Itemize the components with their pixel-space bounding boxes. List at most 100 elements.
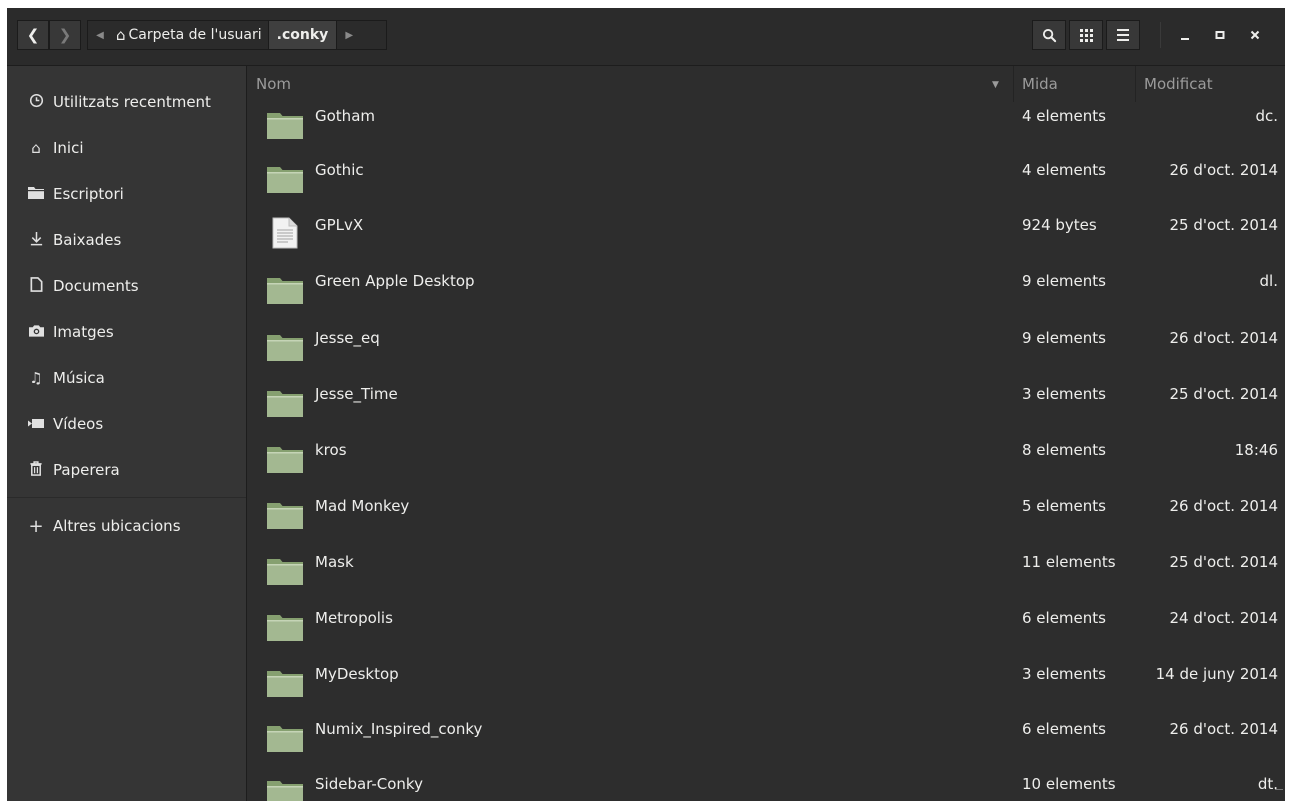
file-modified: 26 d'oct. 2014	[1169, 497, 1278, 515]
back-button[interactable]: ❮	[17, 20, 49, 50]
close-button[interactable]	[1240, 20, 1270, 50]
file-row[interactable]: Gothic 4 elements 26 d'oct. 2014	[247, 154, 1285, 208]
file-modified: dt.	[1257, 775, 1278, 793]
folder-icon	[267, 781, 303, 801]
folder-icon	[267, 335, 303, 361]
forward-button[interactable]: ❯	[49, 20, 81, 50]
file-row[interactable]: Mad Monkey 5 elements 26 d'oct. 2014	[247, 490, 1285, 544]
file-row[interactable]: Jesse_eq 9 elements 26 d'oct. 2014	[247, 322, 1285, 376]
file-row[interactable]: Numix_Inspired_conky 6 elements 26 d'oct…	[247, 713, 1285, 767]
video-icon	[25, 415, 47, 433]
file-row[interactable]: Green Apple Desktop 9 elements dl.	[247, 265, 1285, 319]
file-modified: 25 d'oct. 2014	[1169, 385, 1278, 403]
file-size: 3 elements	[1022, 665, 1106, 683]
sidebar-item-label: Paperera	[53, 461, 120, 479]
sidebar-item-pictures[interactable]: Imatges	[7, 312, 246, 352]
sidebar-item-trash[interactable]: Paperera	[7, 450, 246, 490]
folder-icon	[267, 671, 303, 697]
folder-icon	[267, 113, 303, 139]
plus-icon: +	[28, 515, 44, 537]
column-divider[interactable]	[1135, 66, 1136, 102]
file-modified: 18:46	[1234, 441, 1278, 459]
folder-icon	[267, 278, 303, 304]
sidebar-item-music[interactable]: ♫ Música	[7, 358, 246, 398]
file-size: 5 elements	[1022, 497, 1106, 515]
sidebar-item-downloads[interactable]: Baixades	[7, 220, 246, 260]
maximize-button[interactable]	[1205, 20, 1235, 50]
sidebar-item-videos[interactable]: Vídeos	[7, 404, 246, 444]
path-scroll-right-button[interactable]: ▶	[337, 21, 361, 49]
file-name: Numix_Inspired_conky	[315, 720, 483, 738]
file-row[interactable]: Jesse_Time 3 elements 25 d'oct. 2014	[247, 378, 1285, 432]
folder-icon	[267, 559, 303, 585]
triangle-right-icon: ▶	[345, 29, 354, 41]
sort-descending-icon: ▼	[992, 80, 999, 90]
search-button[interactable]	[1032, 20, 1066, 50]
folder-icon	[267, 167, 303, 193]
camera-icon	[25, 323, 47, 341]
file-size: 4 elements	[1022, 161, 1106, 179]
sidebar-item-label: Altres ubicacions	[53, 517, 181, 535]
file-name: Jesse_eq	[315, 329, 380, 347]
file-name: kros	[315, 441, 347, 459]
triangle-left-icon: ◀	[96, 29, 104, 41]
sidebar-item-label: Imatges	[53, 323, 114, 341]
file-name: Mask	[315, 553, 354, 571]
file-modified: 25 d'oct. 2014	[1169, 216, 1278, 234]
column-header: Nom ▼ Mida Modificat	[247, 66, 1285, 102]
file-row[interactable]: kros 8 elements 18:46	[247, 434, 1285, 488]
sidebar-item-label: Inici	[53, 139, 84, 157]
column-modified-header[interactable]: Modificat	[1144, 75, 1213, 93]
column-size-header[interactable]: Mida	[1022, 75, 1058, 93]
file-name: Mad Monkey	[315, 497, 410, 515]
clock-icon	[25, 93, 47, 112]
sidebar: Utilitzats recentment ⌂ Inici Escriptori…	[7, 66, 247, 801]
sidebar-item-documents[interactable]: Documents	[7, 266, 246, 306]
view-grid-button[interactable]	[1069, 20, 1103, 50]
column-name-header[interactable]: Nom	[256, 75, 291, 93]
sidebar-item-label: Música	[53, 369, 105, 387]
file-modified: 26 d'oct. 2014	[1169, 161, 1278, 179]
file-size: 6 elements	[1022, 720, 1106, 738]
chevron-right-icon: ❯	[58, 26, 72, 44]
file-name: Green Apple Desktop	[315, 272, 475, 290]
close-icon	[1250, 30, 1260, 40]
file-modified: 24 d'oct. 2014	[1169, 609, 1278, 627]
sidebar-item-label: Escriptori	[53, 185, 124, 203]
file-row[interactable]: MyDesktop 3 elements 14 de juny 2014	[247, 658, 1285, 712]
path-current-button[interactable]: .conky	[267, 21, 338, 49]
file-modified: 26 d'oct. 2014	[1169, 329, 1278, 347]
home-icon: ⌂	[116, 26, 126, 44]
file-row[interactable]: Sidebar-Conky 10 elements dt.	[247, 768, 1285, 801]
file-size: 10 elements	[1022, 775, 1116, 793]
trash-icon	[25, 460, 47, 480]
file-size: 11 elements	[1022, 553, 1116, 571]
minimize-button[interactable]	[1170, 20, 1200, 50]
file-row[interactable]: Mask 11 elements 25 d'oct. 2014	[247, 546, 1285, 600]
file-row[interactable]: GPLvX 924 bytes 25 d'oct. 2014	[247, 209, 1285, 263]
home-icon: ⌂	[31, 139, 41, 157]
sidebar-item-recent[interactable]: Utilitzats recentment	[7, 82, 246, 122]
path-scroll-left-button[interactable]: ◀	[88, 21, 112, 49]
document-icon	[25, 276, 47, 296]
file-size: 6 elements	[1022, 609, 1106, 627]
sidebar-item-other-locations[interactable]: + Altres ubicacions	[7, 506, 246, 546]
file-row[interactable]: Metropolis 6 elements 24 d'oct. 2014	[247, 602, 1285, 656]
path-current-label: .conky	[276, 27, 329, 43]
column-divider[interactable]	[1013, 66, 1014, 102]
scrollbar-indicator[interactable]	[1275, 789, 1283, 790]
file-modified: dl.	[1259, 272, 1278, 290]
minimize-icon	[1181, 38, 1189, 40]
file-size: 8 elements	[1022, 441, 1106, 459]
header-separator	[1160, 22, 1161, 48]
sidebar-item-desktop[interactable]: Escriptori	[7, 174, 246, 214]
file-modified: 14 de juny 2014	[1155, 665, 1278, 683]
sidebar-item-home[interactable]: ⌂ Inici	[7, 128, 246, 168]
file-name: Metropolis	[315, 609, 393, 627]
folder-icon	[267, 447, 303, 473]
folder-icon	[267, 503, 303, 529]
menu-button[interactable]	[1106, 20, 1140, 50]
path-home-button[interactable]: ⌂ Carpeta de l'usuari	[112, 21, 268, 49]
file-row[interactable]: Gotham 4 elements dc.	[247, 100, 1285, 154]
file-name: Gotham	[315, 107, 375, 125]
